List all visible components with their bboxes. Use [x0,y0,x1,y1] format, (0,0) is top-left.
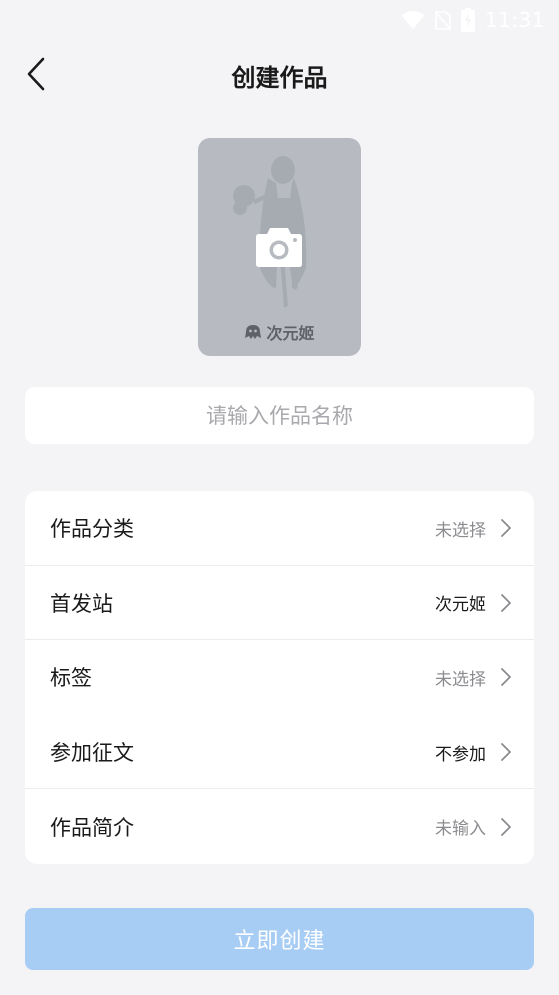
settings-card: 作品分类 未选择 首发站 次元姬 标签 未选择 参加征文 不参加 作品简介 未输… [25,491,534,864]
cover-upload[interactable]: 次元姬 [198,138,361,356]
chevron-right-icon [501,519,511,538]
row-first-site-value: 次元姬 [435,595,486,616]
row-contest-label: 参加征文 [50,741,134,766]
status-time: 11:31 [484,8,545,32]
work-name-input[interactable] [25,387,534,444]
camera-icon [256,228,302,267]
row-tags[interactable]: 标签 未选择 [25,640,534,715]
page-title: 创建作品 [231,64,328,92]
row-contest[interactable]: 参加征文 不参加 [25,715,534,790]
cover-logo-text: 次元姬 [266,324,315,343]
chevron-right-icon [501,743,511,761]
work-name-field[interactable] [25,387,534,444]
row-first-site-label: 首发站 [50,591,113,616]
no-sim-icon [434,10,451,31]
header: 创建作品 [0,40,559,108]
wifi-icon [401,11,425,29]
row-tags-label: 标签 [50,666,92,691]
chevron-right-icon [501,817,511,836]
row-category[interactable]: 作品分类 未选择 [25,491,534,566]
row-category-value: 未选择 [435,520,486,541]
row-synopsis-label: 作品简介 [50,815,134,840]
create-now-label: 立即创建 [233,928,326,953]
battery-charging-icon [460,8,475,32]
row-tags-value: 未选择 [435,669,486,690]
row-synopsis-value: 未输入 [435,819,486,840]
create-now-button[interactable]: 立即创建 [25,908,534,970]
status-icons: 11:31 [401,6,545,34]
row-first-site[interactable]: 首发站 次元姬 [25,566,534,641]
row-contest-value: 不参加 [435,744,486,765]
status-bar: 11:31 [0,0,559,40]
row-category-label: 作品分类 [50,517,134,542]
cover-logo: 次元姬 [198,320,361,344]
chevron-right-icon [501,668,511,687]
ghost-logo-icon [245,325,262,339]
row-synopsis[interactable]: 作品简介 未输入 [25,789,534,864]
chevron-right-icon [501,593,511,612]
